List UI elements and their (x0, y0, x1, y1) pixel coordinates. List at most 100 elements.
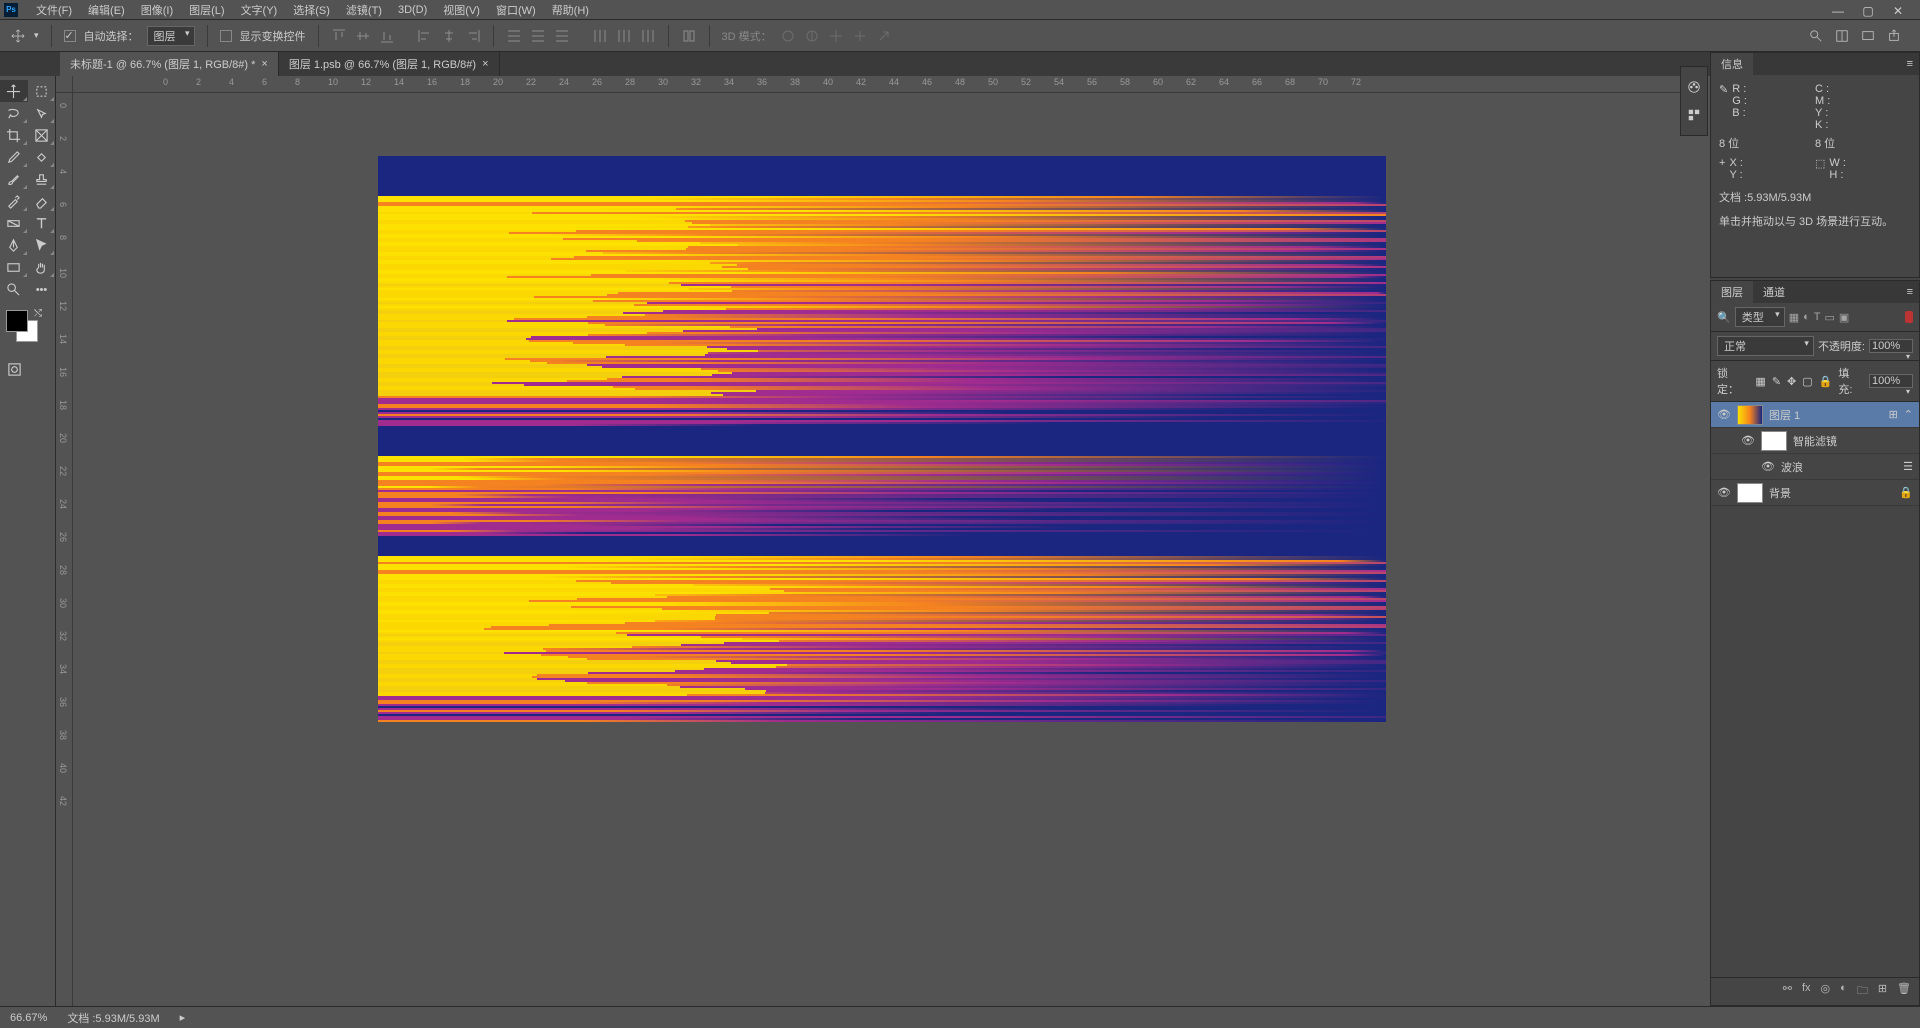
type-tool[interactable] (28, 212, 56, 234)
history-brush-tool[interactable] (0, 190, 28, 212)
swap-colors-icon[interactable]: ⤭ (34, 308, 42, 319)
distribute-vcenter-icon[interactable] (530, 28, 546, 44)
group-icon[interactable]: 🗀 (1857, 982, 1868, 1001)
distribute-right-icon[interactable] (640, 28, 656, 44)
3d-pan-icon[interactable] (828, 28, 844, 44)
rectangle-tool[interactable] (0, 256, 28, 278)
align-left-icon[interactable] (417, 28, 433, 44)
quick-mask-tool[interactable] (0, 358, 28, 380)
move-tool-indicator-icon[interactable] (10, 28, 26, 44)
align-bottom-icon[interactable] (379, 28, 395, 44)
layer-thumb[interactable] (1737, 483, 1763, 503)
distribute-left-icon[interactable] (592, 28, 608, 44)
3d-zoom-icon[interactable] (876, 28, 892, 44)
canvas-viewport[interactable] (73, 93, 1690, 1006)
menu-layer[interactable]: 图层(L) (181, 2, 232, 18)
window-maximize-icon[interactable]: ▢ (1860, 4, 1876, 16)
ruler-horizontal[interactable]: 0246810121416182022242628303234363840424… (73, 76, 1690, 93)
layer-name[interactable]: 图层 1 (1769, 407, 1800, 423)
eyedropper-tool[interactable] (0, 146, 28, 168)
pen-tool[interactable] (0, 234, 28, 256)
chevron-icon[interactable]: ⌃ (1904, 408, 1913, 421)
link-layers-icon[interactable]: ⚯ (1783, 982, 1792, 1001)
hand-tool[interactable] (28, 256, 56, 278)
menu-window[interactable]: 窗口(W) (488, 2, 544, 18)
menu-edit[interactable]: 编辑(E) (80, 2, 133, 18)
color-panel-icon[interactable] (1681, 73, 1707, 101)
stamp-tool[interactable] (28, 168, 56, 190)
brush-tool[interactable] (0, 168, 28, 190)
opacity-input[interactable]: 100% (1869, 339, 1913, 353)
artboard-tool[interactable] (28, 80, 56, 102)
lock-paint-icon[interactable]: ✎ (1772, 375, 1781, 388)
doc-tab-2[interactable]: 图层 1.psb @ 66.7% (图层 1, RGB/8#) × (279, 52, 500, 76)
layer-name[interactable]: 波浪 (1781, 459, 1803, 475)
filter-kind-icon[interactable]: 🔍 (1717, 311, 1731, 324)
visibility-icon[interactable]: 👁 (1717, 408, 1731, 421)
layer-name[interactable]: 智能滤镜 (1793, 433, 1837, 449)
move-tool[interactable] (0, 80, 28, 102)
tab-close-icon[interactable]: × (261, 58, 267, 70)
filter-toggle[interactable] (1905, 311, 1913, 323)
align-vcenter-icon[interactable] (355, 28, 371, 44)
filter-type-icon[interactable]: T (1814, 311, 1821, 323)
lock-all-icon[interactable]: 🔒 (1819, 375, 1833, 388)
align-right-icon[interactable] (465, 28, 481, 44)
info-tab[interactable]: 信息 (1711, 53, 1753, 75)
delete-layer-icon[interactable]: 🗑 (1897, 982, 1911, 1001)
blend-mode-dropdown[interactable]: 正常 (1717, 336, 1814, 356)
panel-menu-icon[interactable]: ≡ (1901, 58, 1919, 70)
3d-slide-icon[interactable] (852, 28, 868, 44)
zoom-level[interactable]: 66.67% (10, 1012, 47, 1024)
gradient-tool[interactable] (0, 212, 28, 234)
lasso-tool[interactable] (0, 102, 28, 124)
menu-view[interactable]: 视图(V) (435, 2, 488, 18)
menu-help[interactable]: 帮助(H) (544, 2, 597, 18)
distribute-hcenter-icon[interactable] (616, 28, 632, 44)
adjustment-icon[interactable]: ◐ (1840, 982, 1847, 1001)
search-icon[interactable] (1808, 28, 1824, 44)
layer-item[interactable]: 👁 背景 🔒 (1711, 480, 1919, 506)
fill-input[interactable]: 100% (1869, 374, 1913, 388)
zoom-tool[interactable] (0, 278, 28, 300)
3d-orbit-icon[interactable] (780, 28, 796, 44)
frame-tool[interactable] (28, 124, 56, 146)
layer-thumb[interactable] (1737, 405, 1763, 425)
filter-kind-dropdown[interactable]: 类型 (1735, 307, 1785, 327)
arrange-docs-icon[interactable] (1834, 28, 1850, 44)
doc-tab-1[interactable]: 未标题-1 @ 66.7% (图层 1, RGB/8#) * × (60, 52, 279, 76)
visibility-icon[interactable]: 👁 (1761, 460, 1775, 473)
layers-tab[interactable]: 图层 (1711, 281, 1753, 303)
3d-roll-icon[interactable] (804, 28, 820, 44)
edit-toolbar[interactable] (28, 278, 56, 300)
layer-name[interactable]: 背景 (1769, 485, 1791, 501)
foreground-color[interactable] (6, 310, 28, 332)
swatches-panel-icon[interactable] (1681, 101, 1707, 129)
show-transform-checkbox[interactable] (220, 30, 232, 42)
align-hcenter-icon[interactable] (441, 28, 457, 44)
path-select-tool[interactable] (28, 234, 56, 256)
layer-item[interactable]: 👁 波浪 ☰ (1711, 454, 1919, 480)
menu-image[interactable]: 图像(I) (133, 2, 181, 18)
visibility-icon[interactable]: 👁 (1717, 486, 1731, 499)
filter-pixel-icon[interactable]: ▦ (1789, 311, 1799, 324)
canvas[interactable] (378, 156, 1386, 722)
filter-edit-icon[interactable]: ☰ (1903, 460, 1913, 473)
visibility-icon[interactable]: 👁 (1741, 434, 1755, 447)
lock-artboard-icon[interactable]: ▢ (1802, 375, 1812, 388)
status-arrow-icon[interactable]: ▸ (180, 1011, 186, 1024)
doc-size[interactable]: 文档 :5.93M/5.93M (67, 1010, 159, 1026)
lock-pos-icon[interactable]: ✥ (1787, 375, 1796, 388)
window-minimize-icon[interactable]: — (1830, 4, 1846, 16)
auto-select-checkbox[interactable] (64, 30, 76, 42)
crop-tool[interactable] (0, 124, 28, 146)
panel-menu-icon[interactable]: ≡ (1901, 286, 1919, 298)
filter-shape-icon[interactable]: ▭ (1825, 311, 1835, 324)
smart-object-icon[interactable]: ⊞ (1889, 408, 1898, 421)
layer-thumb[interactable] (1761, 431, 1787, 451)
screen-mode-icon[interactable] (1860, 28, 1876, 44)
window-close-icon[interactable]: ✕ (1890, 4, 1906, 16)
filter-adjust-icon[interactable]: ◐ (1803, 311, 1810, 323)
layer-item[interactable]: 👁 智能滤镜 (1711, 428, 1919, 454)
channels-tab[interactable]: 通道 (1753, 281, 1795, 303)
